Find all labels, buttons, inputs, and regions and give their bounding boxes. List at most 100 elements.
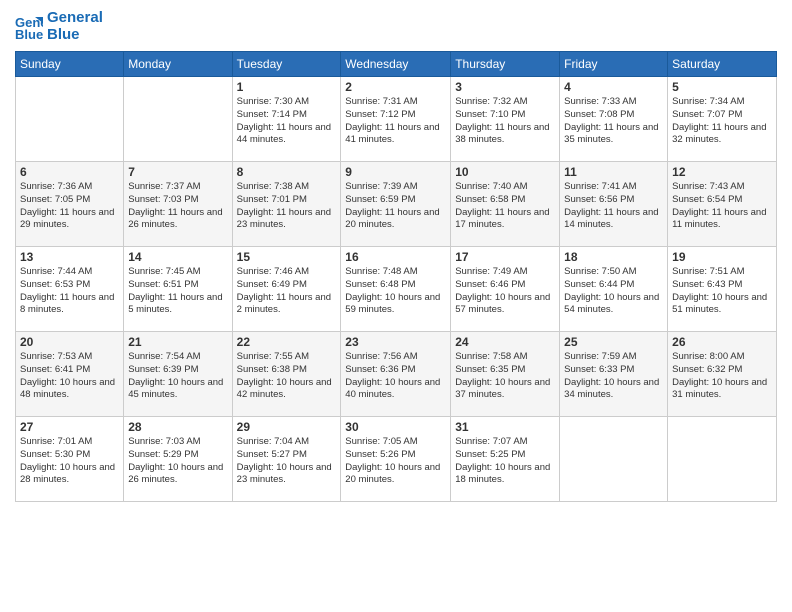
day-info: Sunrise: 7:37 AM Sunset: 7:03 PM Dayligh… <box>128 181 227 232</box>
calendar-cell: 6 Sunrise: 7:36 AM Sunset: 7:05 PM Daylig… <box>16 162 124 247</box>
calendar-cell: 20 Sunrise: 7:53 AM Sunset: 6:41 PM Dayli… <box>16 332 124 417</box>
day-number: 6 <box>20 165 119 179</box>
day-number: 31 <box>455 420 555 434</box>
calendar-cell: 1 Sunrise: 7:30 AM Sunset: 7:14 PM Daylig… <box>232 77 341 162</box>
calendar-cell <box>16 77 124 162</box>
day-info: Sunrise: 7:58 AM Sunset: 6:35 PM Dayligh… <box>455 351 555 402</box>
day-number: 25 <box>564 335 663 349</box>
calendar-cell: 31 Sunrise: 7:07 AM Sunset: 5:25 PM Dayli… <box>451 417 560 502</box>
day-number: 26 <box>672 335 772 349</box>
calendar-cell: 29Sunrise: 7:04 AM Sunset: 5:27 PM Dayli… <box>232 417 341 502</box>
calendar-cell: 5 Sunrise: 7:34 AM Sunset: 7:07 PM Daylig… <box>668 77 777 162</box>
day-number: 7 <box>128 165 227 179</box>
logo-text: GeneralBlue <box>47 10 103 43</box>
calendar-cell: 28 Sunrise: 7:03 AM Sunset: 5:29 PM Dayli… <box>124 417 232 502</box>
day-info: Sunrise: 7:36 AM Sunset: 7:05 PM Dayligh… <box>20 181 119 232</box>
calendar-cell <box>560 417 668 502</box>
header: General Blue GeneralBlue <box>15 10 777 43</box>
day-info: Sunrise: 7:05 AM Sunset: 5:26 PM Dayligh… <box>345 436 446 487</box>
day-number: 27 <box>20 420 119 434</box>
svg-text:Blue: Blue <box>15 27 43 41</box>
calendar-cell: 21 Sunrise: 7:54 AM Sunset: 6:39 PM Dayli… <box>124 332 232 417</box>
day-number: 20 <box>20 335 119 349</box>
calendar-cell: 22 Sunrise: 7:55 AM Sunset: 6:38 PM Dayli… <box>232 332 341 417</box>
calendar-cell: 25Sunrise: 7:59 AM Sunset: 6:33 PM Dayli… <box>560 332 668 417</box>
week-row-5: 27Sunrise: 7:01 AM Sunset: 5:30 PM Dayli… <box>16 417 777 502</box>
day-info: Sunrise: 7:43 AM Sunset: 6:54 PM Dayligh… <box>672 181 772 232</box>
day-number: 9 <box>345 165 446 179</box>
day-number: 5 <box>672 80 772 94</box>
day-info: Sunrise: 7:49 AM Sunset: 6:46 PM Dayligh… <box>455 266 555 317</box>
day-number: 23 <box>345 335 446 349</box>
calendar-cell: 18 Sunrise: 7:50 AM Sunset: 6:44 PM Dayli… <box>560 247 668 332</box>
day-number: 29 <box>237 420 337 434</box>
day-info: Sunrise: 8:00 AM Sunset: 6:32 PM Dayligh… <box>672 351 772 402</box>
day-info: Sunrise: 7:54 AM Sunset: 6:39 PM Dayligh… <box>128 351 227 402</box>
day-header-tuesday: Tuesday <box>232 52 341 77</box>
day-number: 19 <box>672 250 772 264</box>
day-header-saturday: Saturday <box>668 52 777 77</box>
calendar-cell: 27Sunrise: 7:01 AM Sunset: 5:30 PM Dayli… <box>16 417 124 502</box>
calendar-header-row: SundayMondayTuesdayWednesdayThursdayFrid… <box>16 52 777 77</box>
logo: General Blue GeneralBlue <box>15 10 103 43</box>
logo-icon: General Blue <box>15 13 43 41</box>
day-number: 24 <box>455 335 555 349</box>
day-info: Sunrise: 7:40 AM Sunset: 6:58 PM Dayligh… <box>455 181 555 232</box>
day-info: Sunrise: 7:51 AM Sunset: 6:43 PM Dayligh… <box>672 266 772 317</box>
day-header-wednesday: Wednesday <box>341 52 451 77</box>
calendar-cell: 13Sunrise: 7:44 AM Sunset: 6:53 PM Dayli… <box>16 247 124 332</box>
day-header-friday: Friday <box>560 52 668 77</box>
day-header-sunday: Sunday <box>16 52 124 77</box>
day-info: Sunrise: 7:39 AM Sunset: 6:59 PM Dayligh… <box>345 181 446 232</box>
day-header-monday: Monday <box>124 52 232 77</box>
day-number: 4 <box>564 80 663 94</box>
day-info: Sunrise: 7:30 AM Sunset: 7:14 PM Dayligh… <box>237 96 337 147</box>
week-row-3: 13Sunrise: 7:44 AM Sunset: 6:53 PM Dayli… <box>16 247 777 332</box>
day-info: Sunrise: 7:55 AM Sunset: 6:38 PM Dayligh… <box>237 351 337 402</box>
page: General Blue GeneralBlue SundayMondayTue… <box>0 0 792 612</box>
calendar-cell: 24 Sunrise: 7:58 AM Sunset: 6:35 PM Dayli… <box>451 332 560 417</box>
day-number: 14 <box>128 250 227 264</box>
calendar-cell <box>124 77 232 162</box>
calendar-cell: 7 Sunrise: 7:37 AM Sunset: 7:03 PM Daylig… <box>124 162 232 247</box>
calendar-cell: 10Sunrise: 7:40 AM Sunset: 6:58 PM Dayli… <box>451 162 560 247</box>
day-number: 30 <box>345 420 446 434</box>
day-info: Sunrise: 7:33 AM Sunset: 7:08 PM Dayligh… <box>564 96 663 147</box>
week-row-1: 1 Sunrise: 7:30 AM Sunset: 7:14 PM Daylig… <box>16 77 777 162</box>
day-info: Sunrise: 7:44 AM Sunset: 6:53 PM Dayligh… <box>20 266 119 317</box>
calendar-cell: 23 Sunrise: 7:56 AM Sunset: 6:36 PM Dayli… <box>341 332 451 417</box>
day-info: Sunrise: 7:07 AM Sunset: 5:25 PM Dayligh… <box>455 436 555 487</box>
day-info: Sunrise: 7:48 AM Sunset: 6:48 PM Dayligh… <box>345 266 446 317</box>
day-number: 12 <box>672 165 772 179</box>
calendar-cell: 17 Sunrise: 7:49 AM Sunset: 6:46 PM Dayli… <box>451 247 560 332</box>
day-info: Sunrise: 7:34 AM Sunset: 7:07 PM Dayligh… <box>672 96 772 147</box>
day-number: 21 <box>128 335 227 349</box>
day-info: Sunrise: 7:53 AM Sunset: 6:41 PM Dayligh… <box>20 351 119 402</box>
calendar-cell: 11 Sunrise: 7:41 AM Sunset: 6:56 PM Dayli… <box>560 162 668 247</box>
calendar-cell: 8Sunrise: 7:38 AM Sunset: 7:01 PM Daylig… <box>232 162 341 247</box>
calendar-cell: 3 Sunrise: 7:32 AM Sunset: 7:10 PM Daylig… <box>451 77 560 162</box>
day-number: 11 <box>564 165 663 179</box>
day-number: 3 <box>455 80 555 94</box>
week-row-2: 6 Sunrise: 7:36 AM Sunset: 7:05 PM Daylig… <box>16 162 777 247</box>
day-number: 2 <box>345 80 446 94</box>
day-number: 1 <box>237 80 337 94</box>
calendar-cell: 15 Sunrise: 7:46 AM Sunset: 6:49 PM Dayli… <box>232 247 341 332</box>
day-number: 18 <box>564 250 663 264</box>
day-info: Sunrise: 7:32 AM Sunset: 7:10 PM Dayligh… <box>455 96 555 147</box>
day-info: Sunrise: 7:03 AM Sunset: 5:29 PM Dayligh… <box>128 436 227 487</box>
day-info: Sunrise: 7:50 AM Sunset: 6:44 PM Dayligh… <box>564 266 663 317</box>
day-info: Sunrise: 7:41 AM Sunset: 6:56 PM Dayligh… <box>564 181 663 232</box>
calendar-cell: 26 Sunrise: 8:00 AM Sunset: 6:32 PM Dayli… <box>668 332 777 417</box>
day-number: 15 <box>237 250 337 264</box>
day-info: Sunrise: 7:46 AM Sunset: 6:49 PM Dayligh… <box>237 266 337 317</box>
day-number: 17 <box>455 250 555 264</box>
day-info: Sunrise: 7:56 AM Sunset: 6:36 PM Dayligh… <box>345 351 446 402</box>
calendar-cell: 14Sunrise: 7:45 AM Sunset: 6:51 PM Dayli… <box>124 247 232 332</box>
day-number: 28 <box>128 420 227 434</box>
day-number: 22 <box>237 335 337 349</box>
calendar-cell: 30 Sunrise: 7:05 AM Sunset: 5:26 PM Dayli… <box>341 417 451 502</box>
calendar-cell: 2Sunrise: 7:31 AM Sunset: 7:12 PM Daylig… <box>341 77 451 162</box>
calendar-cell: 16Sunrise: 7:48 AM Sunset: 6:48 PM Dayli… <box>341 247 451 332</box>
day-info: Sunrise: 7:38 AM Sunset: 7:01 PM Dayligh… <box>237 181 337 232</box>
